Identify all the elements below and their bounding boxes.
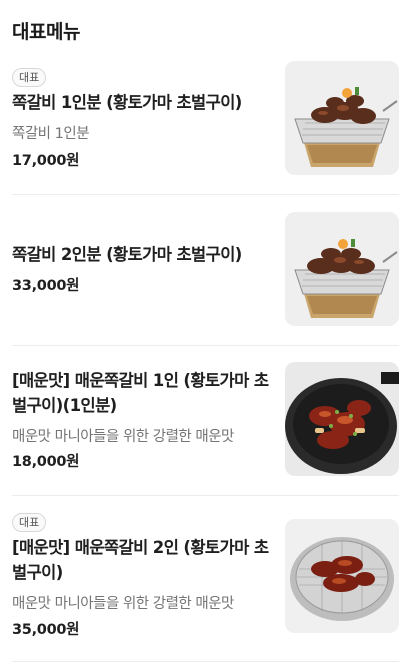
menu-item-description: 매운맛 마니아들을 위한 강렬한 매운맛 — [12, 429, 234, 445]
menu-item-spicy-ribs-2[interactable]: 대표 [매운맛] 매운쪽갈비 2인 (황토가마 초벌구이) 매운맛 마니아들을 … — [0, 496, 411, 662]
menu-item-name: 쪽갈비 2인분 (황토가마 초벌구이) — [12, 245, 242, 264]
grilled-ribs-grill-photo — [285, 212, 399, 326]
menu-item-price: 18,000원 — [12, 454, 80, 470]
menu-item-name: [매운맛] 매운쪽갈비 1인 (황토가마 초벌구이)(1인분) — [12, 371, 269, 415]
menu-item-name: 쪽갈비 1인분 (황토가마 초벌구이) — [12, 93, 242, 112]
menu-item-price: 35,000원 — [12, 622, 80, 638]
signature-badge: 대표 — [12, 513, 47, 532]
menu-item-spicy-ribs-1[interactable]: [매운맛] 매운쪽갈비 1인 (황토가마 초벌구이)(1인분) 매운맛 마니아들… — [0, 346, 411, 495]
menu-item-ribs-1[interactable]: 대표 쪽갈비 1인분 (황토가마 초벌구이) 쪽갈비 1인분 17,000원 — [0, 0, 411, 195]
menu-item-description: 쪽갈비 1인분 — [12, 126, 90, 142]
menu-item-price: 33,000원 — [12, 278, 80, 294]
menu-item-price: 17,000원 — [12, 153, 80, 169]
menu-item-description: 매운맛 마니아들을 위한 강렬한 매운맛 — [12, 596, 234, 612]
menu-item-name: [매운맛] 매운쪽갈비 2인 (황토가마 초벌구이) — [12, 538, 269, 582]
spicy-ribs-round-grill-photo — [285, 519, 399, 633]
menu-item-ribs-2[interactable]: 쪽갈비 2인분 (황토가마 초벌구이) 33,000원 — [0, 195, 411, 345]
signature-badge: 대표 — [12, 68, 47, 87]
grilled-ribs-grill-photo — [285, 61, 399, 175]
spicy-ribs-pan-photo — [285, 362, 399, 476]
